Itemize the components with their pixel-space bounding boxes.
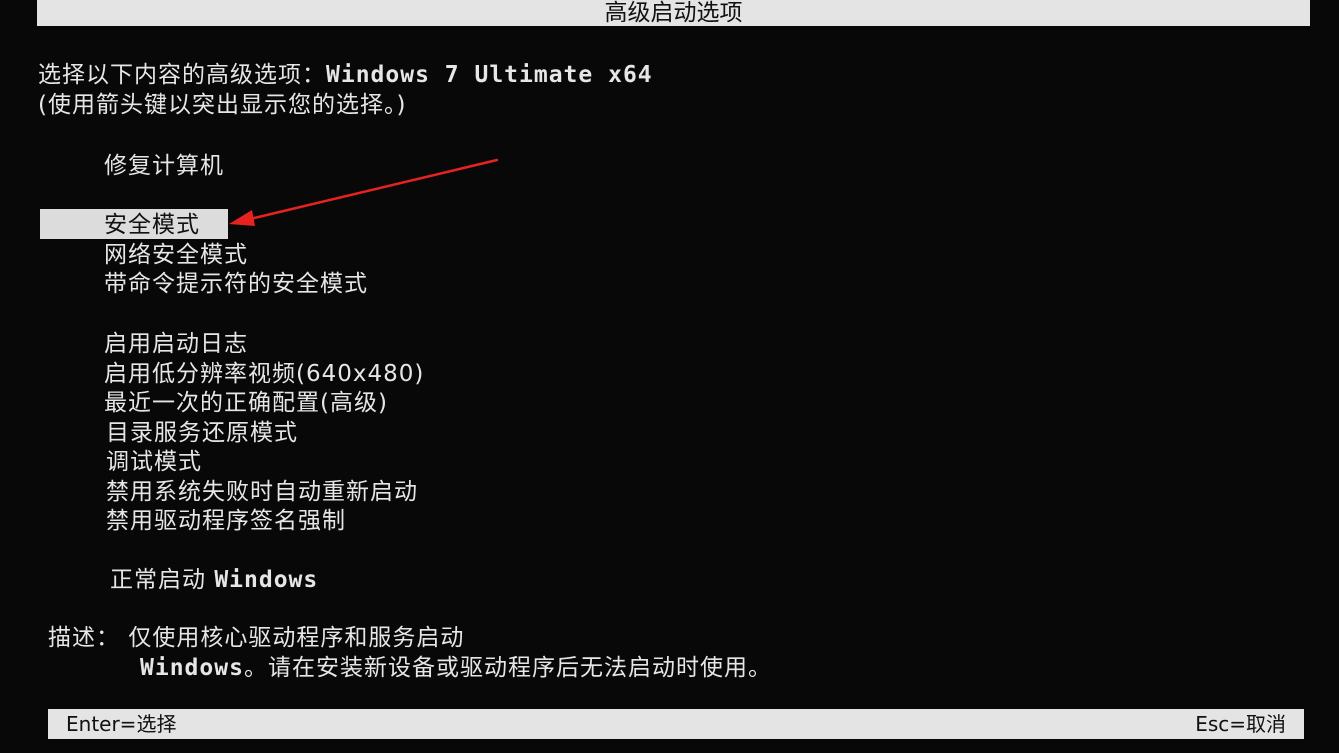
annotation-arrow-icon xyxy=(229,158,499,226)
